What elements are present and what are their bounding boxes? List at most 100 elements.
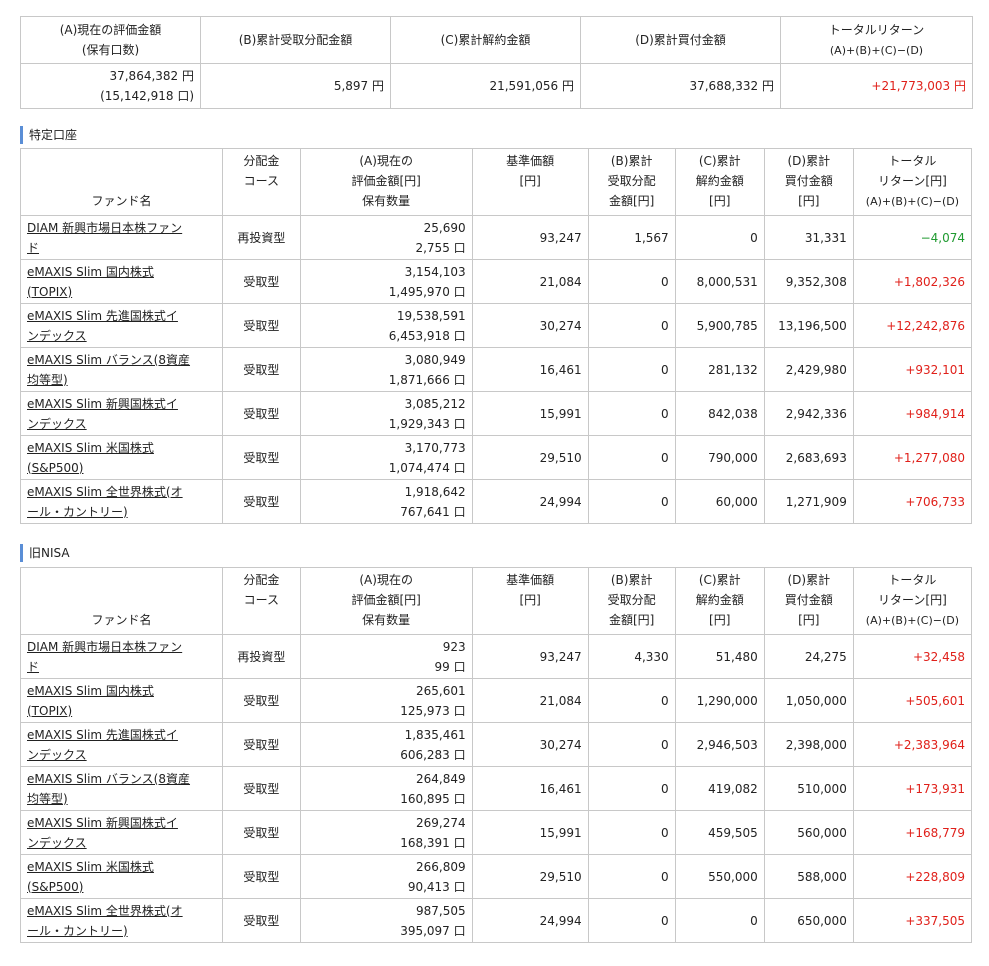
fund-name-link[interactable]: eMAXIS Slim 先進国株式イ ンデックス (27, 728, 178, 762)
header-total-return-line: (A)+(B)+(C)−(D) (865, 614, 960, 627)
total-return-cell: +932,101 (852, 347, 973, 392)
total-return-cell: +337,505 (852, 898, 973, 943)
fund-name-link[interactable]: eMAXIS Slim バランス(8資産 均等型) (27, 353, 190, 387)
redemption-cell: 0 (674, 898, 765, 943)
table-row: DIAM 新興市場日本株ファンド 再投資型 25,690 2,755 口 93,247 1… (20, 215, 973, 260)
fund-name-link[interactable]: DIAM 新興市場日本株ファンド (27, 221, 182, 255)
redemption-cell: 1,290,000 (674, 678, 765, 723)
fund-name-link[interactable]: eMAXIS Slim 全世界株式(オ ール・カントリー) (27, 485, 183, 519)
purchase-cell: 588,000 (763, 854, 854, 899)
header-base-price-line: [円] (519, 593, 541, 607)
fund-name-link[interactable]: eMAXIS Slim 米国株式 (S&P500) (27, 441, 154, 475)
summary-value-a: 37,864,382 円 (15,142,918 口) (20, 63, 201, 109)
current-value-cell: 1,918,642 767,641 口 (299, 479, 473, 524)
table-row: eMAXIS Slim バランス(8資産 均等型) 受取型 3,080,949 1,87… (20, 347, 973, 392)
nisa-fund-table: ファンド名 分配金 コース (A)現在の 評価金額[円] 保有数量 基準価額 [円] (B)累計… (20, 567, 973, 943)
distribution-cell: 0 (587, 303, 676, 348)
holding-units: 1,871,666 口 (388, 372, 466, 387)
fund-name-line: eMAXIS Slim 米国株式 (27, 440, 154, 455)
purchase-cell: 650,000 (763, 898, 854, 943)
holding-units: 1,495,970 口 (388, 284, 466, 299)
fund-name-line: eMAXIS Slim 国内株式 (27, 264, 154, 279)
distribution-cell: 0 (587, 435, 676, 480)
current-value-amount: 25,690 (423, 220, 466, 235)
fund-name-link[interactable]: eMAXIS Slim 全世界株式(オ ール・カントリー) (27, 904, 183, 938)
current-value-amount: 3,085,212 (404, 396, 466, 411)
fund-name-cell: DIAM 新興市場日本株ファンド (20, 634, 223, 679)
course-cell: 受取型 (222, 854, 301, 899)
header-total-return-line: リターン[円] (878, 174, 947, 188)
fund-name-link[interactable]: DIAM 新興市場日本株ファンド (27, 640, 182, 674)
distribution-cell: 0 (587, 678, 676, 723)
section-title-tokutei: 特定口座 (20, 126, 77, 144)
total-return-cell: +505,601 (852, 678, 973, 723)
purchase-cell: 510,000 (763, 766, 854, 811)
fund-name-link[interactable]: eMAXIS Slim 国内株式 (TOPIX) (27, 684, 154, 718)
distribution-cell: 0 (587, 722, 676, 767)
fund-name-cell: eMAXIS Slim 先進国株式イ ンデックス (20, 722, 223, 767)
base-price-cell: 29,510 (471, 435, 589, 480)
header-purchase: (D)累計買付金額 [円] (763, 148, 854, 216)
summary-table: (A)現在の評価金額 (保有口数) (B)累計受取分配金額 (C)累計解約金額 (… (20, 16, 973, 109)
fund-name-line: eMAXIS Slim 新興国株式イ (27, 815, 178, 830)
base-price-cell: 30,274 (471, 303, 589, 348)
header-base-price-line: [円] (519, 174, 541, 188)
base-price-cell: 29,510 (471, 854, 589, 899)
header-purchase-line: [円] (798, 194, 820, 208)
table-row: eMAXIS Slim 国内株式 (TOPIX) 受取型 265,601 125,973… (20, 678, 973, 723)
current-value-cell: 3,154,103 1,495,970 口 (299, 259, 473, 304)
holding-units: 767,641 口 (400, 504, 466, 519)
fund-name-line: ンデックス (27, 416, 87, 431)
base-price-cell: 21,084 (471, 259, 589, 304)
redemption-cell: 2,946,503 (674, 722, 765, 767)
header-course-line: 分配金 (243, 154, 280, 168)
base-price-cell: 24,994 (471, 898, 589, 943)
header-distribution-line: (B)累計 (610, 154, 653, 168)
header-distribution-line: 受取分配 (607, 174, 656, 188)
summary-value-c: 21,591,056 円 (390, 63, 581, 109)
header-redemption-line: 解約金額 (695, 593, 744, 607)
holding-units: 395,097 口 (400, 923, 466, 938)
header-course-line: コース (243, 593, 280, 607)
total-return-cell: −4,074 (852, 215, 973, 260)
distribution-cell: 1,567 (587, 215, 676, 260)
base-price-cell: 15,991 (471, 391, 589, 436)
header-redemption: (C)累計 解約金額 [円] (674, 567, 765, 635)
fund-name-link[interactable]: eMAXIS Slim 新興国株式イ ンデックス (27, 816, 178, 850)
header-purchase-line: 買付金額 (784, 174, 833, 188)
header-fund-name: ファンド名 (20, 148, 223, 216)
redemption-cell: 0 (674, 215, 765, 260)
base-price-cell: 15,991 (471, 810, 589, 855)
holding-units: 6,453,918 口 (388, 328, 466, 343)
fund-name-link[interactable]: eMAXIS Slim バランス(8資産 均等型) (27, 772, 190, 806)
current-value-amount: 3,080,949 (404, 352, 466, 367)
fund-name-line: (S&P500) (27, 879, 84, 894)
table-row: eMAXIS Slim 国内株式 (TOPIX) 受取型 3,154,103 1,495… (20, 259, 973, 304)
summary-value-d: 37,688,332 円 (580, 63, 781, 109)
distribution-cell: 0 (587, 854, 676, 899)
fund-name-link[interactable]: eMAXIS Slim 国内株式 (TOPIX) (27, 265, 154, 299)
fund-name-cell: eMAXIS Slim 国内株式 (TOPIX) (20, 259, 223, 304)
summary-value-b: 5,897 円 (200, 63, 391, 109)
header-redemption-line: (C)累計 (698, 154, 741, 168)
current-value-amount: 19,538,591 (396, 308, 466, 323)
purchase-cell: 1,050,000 (763, 678, 854, 723)
fund-name-cell: eMAXIS Slim 米国株式 (S&P500) (20, 854, 223, 899)
holding-units: 1,929,343 口 (388, 416, 466, 431)
header-redemption-line: [円] (709, 194, 731, 208)
fund-name-link[interactable]: eMAXIS Slim 先進国株式イ ンデックス (27, 309, 178, 343)
fund-name-line: eMAXIS Slim 先進国株式イ (27, 308, 178, 323)
fund-name-link[interactable]: eMAXIS Slim 新興国株式イ ンデックス (27, 397, 178, 431)
fund-name-link[interactable]: eMAXIS Slim 米国株式 (S&P500) (27, 860, 154, 894)
holding-units: 2,755 口 (415, 240, 466, 255)
course-cell: 受取型 (222, 722, 301, 767)
current-value-amount: 264,849 (416, 771, 466, 786)
table-row: eMAXIS Slim バランス(8資産 均等型) 受取型 264,849 160,89… (20, 766, 973, 811)
header-course-line: コース (243, 174, 280, 188)
current-value-cell: 265,601 125,973 口 (299, 678, 473, 723)
header-current-value-line: 保有数量 (362, 194, 411, 208)
header-fund-name-line: ファンド名 (91, 194, 152, 208)
header-purchase-line: (D)累計 (787, 154, 831, 168)
header-course: 分配金 コース (222, 148, 301, 216)
redemption-cell: 790,000 (674, 435, 765, 480)
